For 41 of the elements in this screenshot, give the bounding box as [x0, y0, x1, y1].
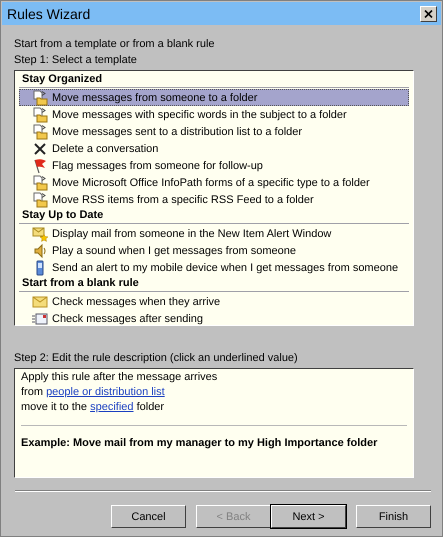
template-item[interactable]: Move Microsoft Office InfoPath forms of a specific type to a folder: [19, 174, 409, 191]
step-label: Step 1: Select a template: [14, 53, 138, 68]
folder-move-icon: [32, 124, 48, 140]
folder-move-icon: [32, 90, 48, 106]
envelope-lines-icon: [32, 310, 48, 325]
wizard-button[interactable]: Next >: [271, 505, 346, 528]
template-item[interactable]: Flag messages from someone for follow-up: [19, 157, 409, 174]
envelope-icon: [32, 294, 48, 310]
delete-icon: [32, 140, 48, 156]
value-link[interactable]: people or distribution list: [46, 386, 165, 398]
template-item[interactable]: Move messages from someone to a folder: [19, 89, 409, 106]
close-icon: [424, 10, 433, 18]
wizard-button[interactable]: Finish: [356, 505, 431, 528]
template-item[interactable]: Check messages after sending: [19, 310, 409, 325]
step-label: Step 2: Edit the rule description (click an underlined value): [14, 351, 299, 366]
template-item[interactable]: Move messages sent to a distribution list to a folder: [19, 123, 409, 140]
close-button[interactable]: [420, 6, 437, 22]
flag-icon: [32, 158, 48, 174]
wizard-button[interactable]: Cancel: [111, 505, 186, 528]
group-heading: Stay Organized: [19, 72, 409, 88]
value-link[interactable]: specified: [90, 401, 134, 413]
folder-move-icon: [32, 106, 48, 122]
folder-move-icon: [32, 192, 48, 208]
template-item[interactable]: Check messages when they arrive: [19, 293, 409, 310]
description-line: Apply this rule after the message arrives: [21, 370, 218, 385]
envelope-star-icon: [32, 226, 48, 242]
group-heading: Stay Up to Date: [19, 208, 409, 224]
template-item[interactable]: Delete a conversation: [19, 140, 409, 157]
description-line: move it to the specified folder: [21, 400, 166, 415]
folder-move-icon: [32, 174, 48, 190]
template-item[interactable]: Display mail from someone in the New Item Alert Window: [19, 225, 409, 242]
template-item[interactable]: Move messages with specific words in the subject to a folder: [19, 106, 409, 123]
description-line: from people or distribution list: [21, 385, 166, 400]
speaker-icon: [32, 242, 48, 258]
template-item[interactable]: Play a sound when I get messages from someone: [19, 242, 409, 259]
template-item[interactable]: Move RSS items from a specific RSS Feed to a folder: [19, 191, 409, 208]
window-title: Rules Wizard: [7, 6, 90, 22]
example-text: Example: Move mail from my manager to my High Importance folder: [21, 437, 378, 449]
intro-text: Start from a template or from a blank rule: [14, 37, 216, 52]
group-heading: Start from a blank rule: [19, 276, 409, 292]
template-item[interactable]: Send an alert to my mobile device when I get messages from someone: [19, 259, 409, 276]
